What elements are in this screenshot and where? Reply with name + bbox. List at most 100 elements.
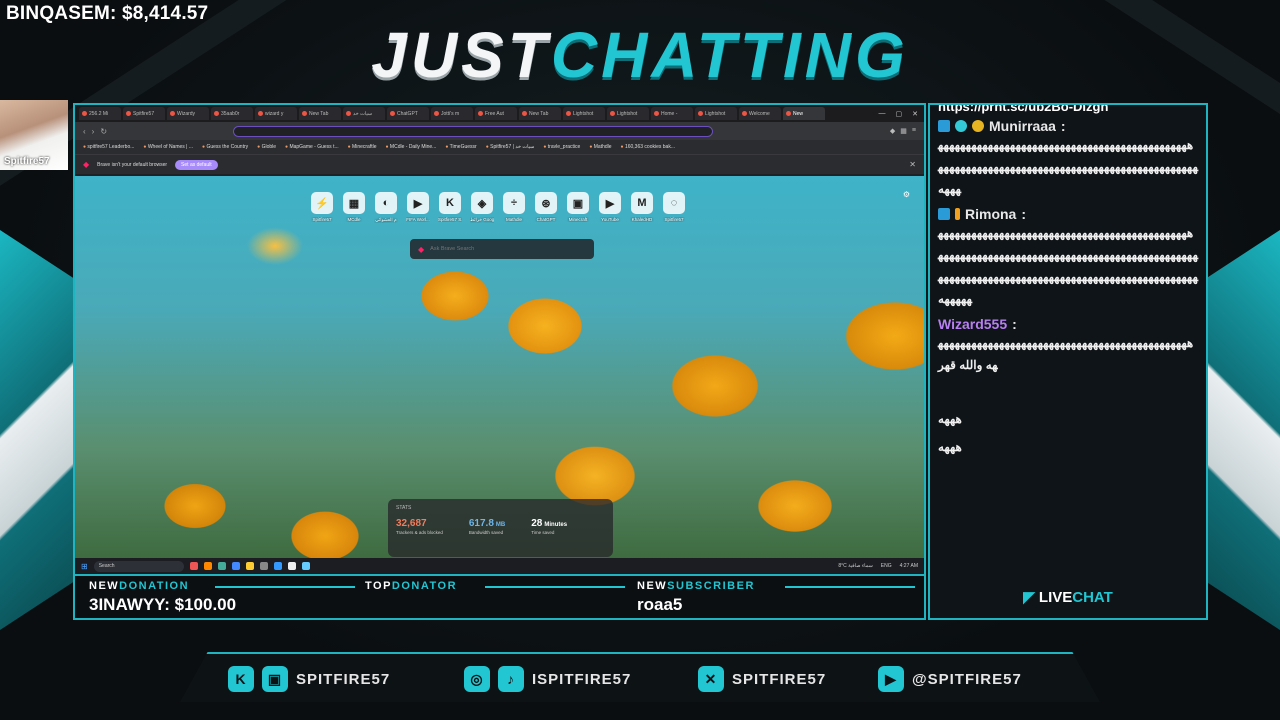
- bookmark-item[interactable]: Guess the Country: [202, 144, 248, 150]
- browser-tab[interactable]: ChatGPT: [387, 107, 429, 120]
- bookmark-item[interactable]: Minecraftle: [348, 144, 376, 150]
- taskbar-app-icon[interactable]: [203, 562, 212, 570]
- customize-gear-icon[interactable]: ⚙: [903, 190, 910, 199]
- taskbar-app-icon[interactable]: [301, 562, 310, 570]
- top-site-tile[interactable]: ◌ Spitfire57: [662, 192, 686, 223]
- tab-favicon-icon: [170, 111, 175, 116]
- new-subscriber-label: NEWSUBSCRIBER: [637, 580, 755, 592]
- top-site-icon: ⚡: [311, 192, 333, 214]
- taskbar-app-icon[interactable]: [217, 562, 226, 570]
- x-handle: SPITFIRE57: [732, 670, 827, 688]
- menu-icon[interactable]: ≡: [912, 127, 916, 135]
- taskbar-app-icon[interactable]: [231, 562, 240, 570]
- browser-tab[interactable]: New Tab: [299, 107, 341, 120]
- tab-title: New Tab: [529, 110, 549, 117]
- bandwidth-value: 617.8: [468, 518, 494, 529]
- taskbar-app-icon[interactable]: [287, 562, 296, 570]
- bookmark-item[interactable]: MapGame - Guess t...: [285, 144, 338, 150]
- forward-icon[interactable]: ›: [92, 127, 95, 136]
- brave-search-box[interactable]: ◆: [410, 239, 594, 259]
- search-input[interactable]: [430, 246, 581, 252]
- brave-shield-icon[interactable]: ◆: [890, 127, 895, 135]
- blue-badge-icon: [938, 208, 950, 220]
- bookmark-item[interactable]: spitfire57 Leaderbo...: [83, 144, 134, 150]
- top-site-label: Mathdle: [505, 217, 522, 222]
- top-site-icon: ÷: [503, 192, 525, 214]
- browser-tab[interactable]: Wizardy: [167, 107, 209, 120]
- infobar-close-icon[interactable]: ✕: [909, 160, 916, 169]
- top-site-label: MCdle: [347, 217, 361, 222]
- top-site-icon: ▣: [567, 192, 589, 214]
- back-icon[interactable]: ‹: [83, 127, 86, 136]
- bookmark-item[interactable]: travle_practice: [543, 144, 581, 150]
- browser-tab[interactable]: Lightshot: [563, 107, 605, 120]
- clock[interactable]: 4:27 AM: [900, 563, 918, 569]
- chat-username[interactable]: Rimona: [965, 206, 1016, 222]
- address-bar[interactable]: [233, 125, 714, 137]
- bookmark-item[interactable]: Wheel of Names | ...: [143, 144, 193, 150]
- browser-tab[interactable]: 35aab0r: [211, 107, 253, 120]
- windows-start-icon[interactable]: ⊞: [81, 562, 88, 571]
- bookmark-item[interactable]: Mathdle: [589, 144, 612, 150]
- top-site-tile[interactable]: ▶ YouTube: [598, 192, 622, 223]
- browser-tab[interactable]: New: [783, 107, 825, 120]
- top-site-tile[interactable]: ⊛ ChatGPT: [534, 192, 558, 223]
- browser-tab[interactable]: Lightshot: [607, 107, 649, 120]
- top-site-tile[interactable]: ◐ م العشوائي: [374, 192, 398, 223]
- taskbar-search[interactable]: Search: [93, 560, 184, 572]
- top-site-tile[interactable]: ▦ MCdle: [342, 192, 366, 223]
- bookmark-item[interactable]: Spitfire57 | سيات خد: [486, 144, 534, 150]
- bookmark-item[interactable]: 160,363 cookies bak...: [621, 144, 675, 150]
- browser-tab[interactable]: wizard y: [255, 107, 297, 120]
- maximize-icon[interactable]: ▢: [896, 110, 903, 118]
- top-site-tile[interactable]: ÷ Mathdle: [502, 192, 526, 223]
- top-site-label: Spitfire57: [664, 217, 684, 222]
- top-site-icon: ▶: [599, 192, 621, 214]
- new-subscriber-label-a: NEW: [637, 580, 668, 592]
- reload-icon[interactable]: ↻: [100, 127, 107, 136]
- top-site-tile[interactable]: ⚡ Spitfire57: [310, 192, 334, 223]
- top-site-tile[interactable]: ▣ Minecraft: [566, 192, 590, 223]
- browser-tab[interactable]: New Tab: [519, 107, 561, 120]
- tab-favicon-icon: [214, 111, 219, 116]
- chat-username[interactable]: Wizard555: [938, 316, 1007, 332]
- bookmark-item[interactable]: TimeGuessr: [445, 144, 477, 150]
- browser-window: 256.2 Mi Spitfire57 Wizardy 35aab0r wizard y…: [73, 103, 926, 576]
- top-site-tile[interactable]: K Spitfire57 S...: [438, 192, 462, 223]
- set-default-button[interactable]: Set as default: [175, 159, 218, 170]
- bookmark-item[interactable]: Globle: [257, 144, 276, 150]
- chat-messages: Munirraaa: هههههههههههههههههههههههههههههه…: [930, 114, 1206, 460]
- tab-title: Wizardy: [177, 110, 196, 117]
- taskbar-app-icon[interactable]: [259, 562, 268, 570]
- language-indicator[interactable]: ENG: [881, 563, 892, 569]
- weather-text[interactable]: 8°C سماء صافية: [838, 563, 872, 569]
- social-x: ✕ SPITFIRE57: [698, 666, 826, 692]
- tab-title: ChatGPT: [397, 110, 418, 117]
- taskbar-app-icon[interactable]: [189, 562, 198, 570]
- top-site-tile[interactable]: M KhaledHD: [630, 192, 654, 223]
- divider: [785, 586, 915, 588]
- stream-overlay: BINQASEM: $8,414.57 JUSTCHATTING Spitfir…: [0, 0, 1280, 720]
- browser-tab[interactable]: Home -: [651, 107, 693, 120]
- minimize-icon[interactable]: —: [879, 110, 886, 118]
- tab-favicon-icon: [390, 111, 395, 116]
- browser-tab[interactable]: 256.2 Mi: [79, 107, 121, 120]
- headline: JUSTCHATTING: [0, 18, 1280, 92]
- taskbar-app-icon[interactable]: [273, 562, 282, 570]
- top-site-tile[interactable]: ◈ خرائط Google: [470, 192, 494, 223]
- browser-tab[interactable]: Spitfire57: [123, 107, 165, 120]
- taskbar-app-icon[interactable]: [245, 562, 254, 570]
- browser-tab[interactable]: Free Aut: [475, 107, 517, 120]
- tab-favicon-icon: [654, 111, 659, 116]
- top-site-tile[interactable]: ▶ FIFA Worl...: [406, 192, 430, 223]
- bookmark-item[interactable]: MCdle - Daily Mine...: [386, 144, 436, 150]
- close-icon[interactable]: ✕: [912, 110, 918, 118]
- chat-username[interactable]: Munirraaa: [989, 118, 1056, 134]
- browser-tab[interactable]: Welcome: [739, 107, 781, 120]
- chat-colon: :: [1012, 316, 1017, 332]
- toolbar-icons: ◆ ▦ ≡: [890, 127, 916, 135]
- browser-tab[interactable]: سيات خد: [343, 107, 385, 120]
- browser-tab[interactable]: Lightshot: [695, 107, 737, 120]
- extensions-icon[interactable]: ▦: [900, 127, 907, 135]
- browser-tab[interactable]: Jotti's m: [431, 107, 473, 120]
